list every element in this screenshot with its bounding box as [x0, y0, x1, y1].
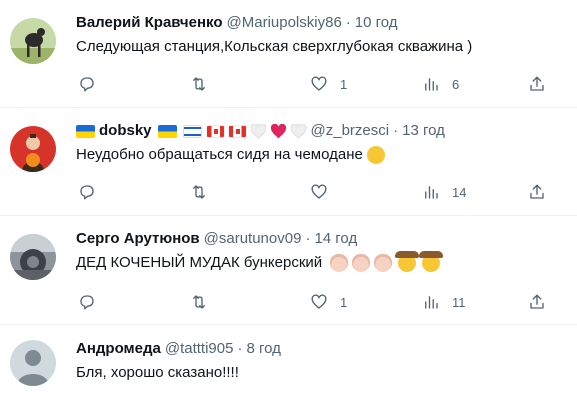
- views-icon: [425, 296, 438, 309]
- rolling-laughing-emoji-icon: [366, 146, 385, 164]
- reply-icon: [80, 77, 94, 92]
- tweet-actions: 1 11: [76, 293, 561, 313]
- views-count: 14: [452, 184, 467, 200]
- share-button[interactable]: [528, 75, 546, 93]
- author-handle[interactable]: @z_brzesci: [311, 121, 390, 141]
- author-name[interactable]: Андромеда: [76, 339, 161, 359]
- like-button[interactable]: 1: [310, 293, 347, 311]
- author-handle[interactable]: @tattti905: [165, 339, 234, 359]
- share-icon: [530, 184, 544, 199]
- ukraine-flag-icon: [76, 124, 95, 138]
- middle-finger-emoji-icon: [330, 254, 349, 272]
- timestamp[interactable]: 13 год: [402, 121, 445, 141]
- author-name[interactable]: Серго Арутюнов: [76, 229, 200, 249]
- views-count: 6: [452, 76, 460, 92]
- cowboy-emoji-icon: [395, 251, 420, 272]
- middle-finger-emoji-icon: [352, 254, 371, 272]
- red-heart-icon: [270, 123, 287, 139]
- retweet-button[interactable]: [190, 293, 208, 311]
- avatar[interactable]: [10, 126, 56, 172]
- author-handle[interactable]: @Mariupolskiy86: [227, 13, 342, 33]
- tweet-text: Бля, хорошо сказано!!!!: [76, 364, 239, 381]
- reply-button[interactable]: [78, 183, 96, 201]
- reply-icon: [80, 185, 94, 200]
- retweet-icon: [193, 77, 205, 91]
- views-icon: [425, 78, 438, 91]
- like-icon: [311, 184, 327, 199]
- reply-icon: [80, 295, 94, 310]
- share-button[interactable]: [528, 293, 546, 311]
- retweet-button[interactable]: [190, 183, 208, 201]
- like-count: 1: [340, 76, 348, 92]
- views-button[interactable]: 11: [422, 293, 466, 311]
- canada-flag-icon: [205, 124, 225, 138]
- tweet-text: ДЕД КОЧЕНЫЙ МУДАК бункерский: [76, 254, 323, 271]
- israel-flag-icon: [182, 124, 202, 138]
- middle-finger-emoji-icon: [374, 254, 393, 272]
- views-button[interactable]: 6: [422, 75, 459, 93]
- separator-dot: ·: [393, 122, 399, 139]
- share-button[interactable]: [528, 183, 546, 201]
- separator-dot: ·: [237, 340, 243, 357]
- like-button[interactable]: [310, 183, 328, 201]
- avatar[interactable]: [10, 234, 56, 280]
- separator-dot: ·: [345, 14, 351, 31]
- canada-flag-icon: [227, 124, 247, 138]
- white-heart-icon: [290, 122, 307, 139]
- like-count: 1: [340, 294, 348, 310]
- tweet-actions: 14: [76, 183, 561, 203]
- author-name[interactable]: Валерий Кравченко: [76, 13, 223, 33]
- views-button[interactable]: 14: [422, 183, 466, 201]
- timestamp[interactable]: 14 год: [314, 229, 357, 249]
- author-handle[interactable]: @sarutunov09: [204, 229, 302, 249]
- author-name[interactable]: dobsky: [99, 121, 152, 141]
- retweet-icon: [193, 185, 205, 199]
- like-icon: [311, 76, 327, 91]
- tweet-text: Следующая станция,Кольская сверхглубокая…: [76, 38, 473, 55]
- reply-button[interactable]: [78, 75, 96, 93]
- share-icon: [530, 76, 544, 91]
- views-count: 11: [452, 294, 466, 310]
- cowboy-emoji-icon: [419, 251, 444, 272]
- like-button[interactable]: 1: [310, 75, 347, 93]
- ukraine-flag-icon: [157, 124, 177, 138]
- avatar[interactable]: [10, 18, 56, 64]
- separator-dot: ·: [305, 230, 311, 247]
- tweet-text: Неудобно обращаться сидя на чемодане: [76, 146, 363, 163]
- retweet-icon: [193, 295, 205, 309]
- avatar[interactable]: [10, 340, 56, 386]
- reply-button[interactable]: [78, 293, 96, 311]
- tweet-actions: 1 6: [76, 75, 561, 95]
- timestamp[interactable]: 8 год: [246, 339, 280, 359]
- replies-feed: Валерий Кравченко @Mariupolskiy86 · 10 г…: [0, 0, 577, 401]
- share-icon: [530, 294, 544, 309]
- views-icon: [425, 186, 438, 199]
- timestamp[interactable]: 10 год: [355, 13, 398, 33]
- like-icon: [311, 294, 327, 309]
- white-heart-icon: [250, 122, 267, 139]
- reply-tweet[interactable]: Андромеда @tattti905 · 8 год Бля, хорошо…: [0, 325, 577, 401]
- retweet-button[interactable]: [190, 75, 208, 93]
